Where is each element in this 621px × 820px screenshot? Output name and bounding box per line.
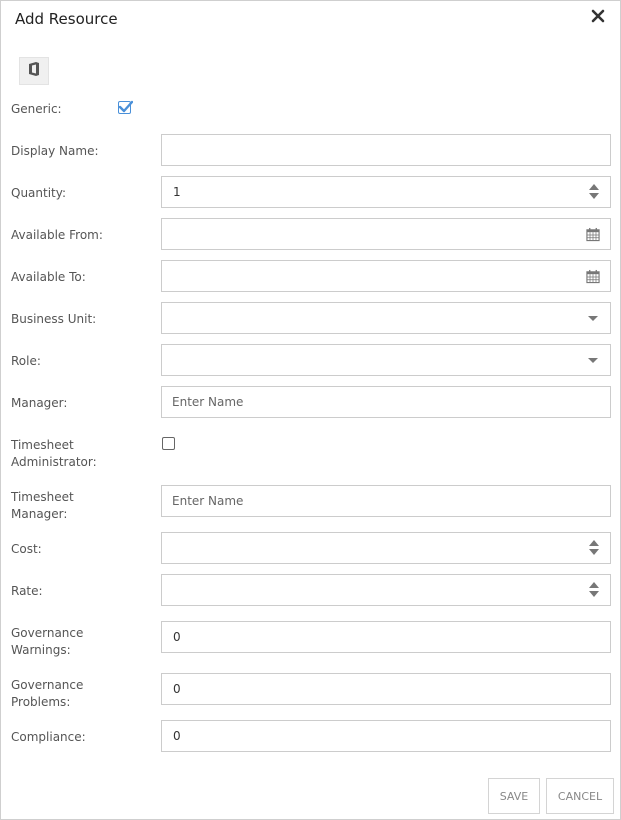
- office-button[interactable]: [19, 57, 49, 85]
- chevron-down-icon[interactable]: [588, 358, 598, 363]
- spin-down-icon[interactable]: [589, 193, 599, 199]
- spin-up-icon[interactable]: [589, 540, 599, 546]
- close-icon[interactable]: [590, 9, 606, 25]
- add-resource-dialog: Add Resource Generic: Display Name: Quan…: [0, 0, 621, 820]
- cost-stepper[interactable]: [161, 532, 611, 564]
- available-from-input[interactable]: [161, 218, 611, 250]
- display-name-input[interactable]: [161, 134, 611, 166]
- governance-warnings-value: 0: [173, 630, 181, 644]
- chevron-down-icon[interactable]: [588, 316, 598, 321]
- governance-warnings-label: Governance Warnings:: [11, 626, 84, 657]
- display-name-label: Display Name:: [11, 144, 99, 158]
- rate-stepper[interactable]: [161, 574, 611, 606]
- timesheet-administrator-label: Timesheet Administrator:: [11, 438, 97, 469]
- cancel-button[interactable]: CANCEL: [546, 778, 614, 814]
- calendar-icon[interactable]: [586, 269, 600, 283]
- quantity-stepper[interactable]: 1: [161, 176, 611, 208]
- manager-input[interactable]: [161, 386, 611, 418]
- spin-down-icon[interactable]: [589, 549, 599, 555]
- generic-checkbox[interactable]: [118, 100, 133, 114]
- compliance-value: 0: [173, 729, 181, 743]
- dialog-title: Add Resource: [15, 10, 118, 28]
- checkmark-icon: [118, 100, 133, 113]
- generic-label: Generic:: [11, 102, 62, 116]
- quantity-spinner[interactable]: [588, 183, 600, 201]
- governance-problems-input[interactable]: 0: [161, 673, 611, 705]
- rate-label: Rate:: [11, 584, 43, 598]
- cost-spinner[interactable]: [588, 539, 600, 557]
- quantity-label: Quantity:: [11, 186, 67, 200]
- timesheet-administrator-checkbox[interactable]: [162, 437, 175, 450]
- office-icon: [28, 61, 40, 81]
- spin-down-icon[interactable]: [589, 591, 599, 597]
- spin-up-icon[interactable]: [589, 184, 599, 190]
- business-unit-select[interactable]: [161, 302, 611, 334]
- available-to-input[interactable]: [161, 260, 611, 292]
- compliance-label: Compliance:: [11, 730, 86, 744]
- business-unit-label: Business Unit:: [11, 312, 97, 326]
- governance-warnings-input[interactable]: 0: [161, 621, 611, 653]
- role-select[interactable]: [161, 344, 611, 376]
- timesheet-manager-input[interactable]: [161, 485, 611, 517]
- save-button[interactable]: SAVE: [488, 778, 540, 814]
- spin-up-icon[interactable]: [589, 582, 599, 588]
- available-to-label: Available To:: [11, 270, 86, 284]
- compliance-input[interactable]: 0: [161, 720, 611, 752]
- role-label: Role:: [11, 354, 41, 368]
- quantity-value: 1: [173, 185, 181, 199]
- timesheet-manager-label: Timesheet Manager:: [11, 490, 74, 521]
- cost-label: Cost:: [11, 542, 42, 556]
- available-from-label: Available From:: [11, 228, 103, 242]
- rate-spinner[interactable]: [588, 581, 600, 599]
- governance-problems-value: 0: [173, 682, 181, 696]
- governance-problems-label: Governance Problems:: [11, 678, 84, 709]
- manager-label: Manager:: [11, 396, 68, 410]
- calendar-icon[interactable]: [586, 227, 600, 241]
